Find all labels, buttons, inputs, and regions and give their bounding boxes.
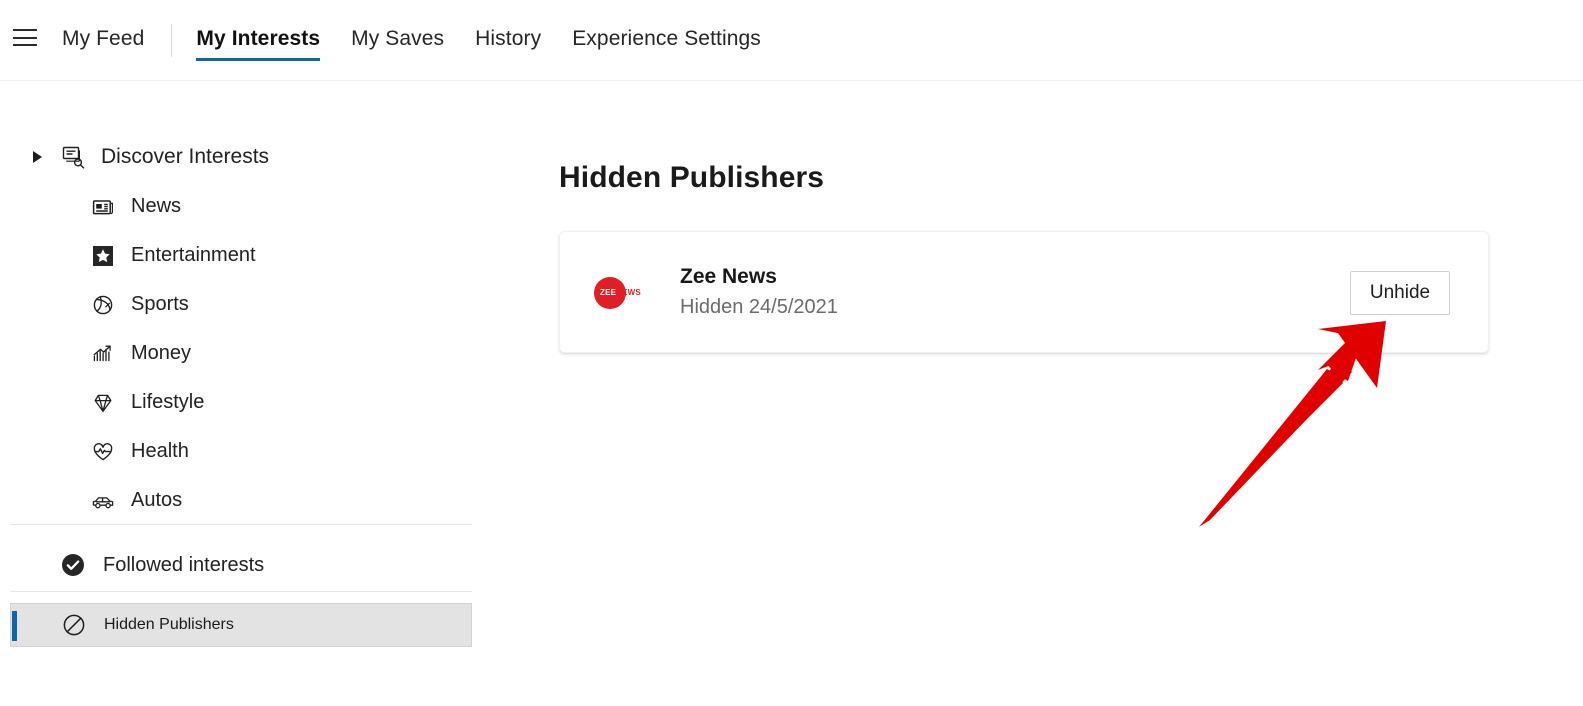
news-icon [90,194,116,220]
tab-history[interactable]: History [475,28,541,53]
selected-accent-bar [12,611,17,641]
sidebar: Discover Interests News Entertainment Sp… [0,81,500,706]
sidebar-item-hidden-publishers[interactable]: Hidden Publishers [10,603,472,647]
sidebar-item-label: Money [131,342,192,364]
tab-my-saves[interactable]: My Saves [351,28,444,53]
money-chart-icon [90,341,116,367]
sidebar-item-autos[interactable]: Autos [0,476,470,525]
publisher-name: Zee News [680,265,777,288]
main-content: Hidden Publishers ZEENEWS Zee News Hidde… [500,81,1583,706]
top-header: My Feed My Interests My Saves History Ex… [0,0,1583,81]
hidden-publisher-card: ZEENEWS Zee News Hidden 24/5/2021 Unhide [559,231,1489,353]
sidebar-item-label: Health [131,440,189,462]
sidebar-divider-bottom [10,591,472,592]
tab-my-feed[interactable]: My Feed [62,28,144,53]
entertainment-star-icon [90,243,116,269]
sidebar-item-lifestyle[interactable]: Lifestyle [0,378,470,427]
sidebar-item-label: Discover Interests [101,145,270,168]
publisher-hidden-date: Hidden 24/5/2021 [680,296,838,318]
sidebar-item-sports[interactable]: Sports [0,280,470,329]
sidebar-divider-top [10,524,472,525]
health-heart-icon [90,439,116,465]
sidebar-item-news[interactable]: News [0,182,470,231]
check-circle-icon [60,552,86,578]
main-nav: My Feed My Interests My Saves History Ex… [62,0,761,81]
sidebar-item-followed-interests[interactable]: Followed interests [0,540,470,590]
chevron-right-icon[interactable] [33,151,42,163]
page-title: Hidden Publishers [559,161,825,194]
sidebar-item-entertainment[interactable]: Entertainment [0,231,470,280]
sidebar-item-label: Followed interests [103,553,265,576]
publisher-logo: ZEENEWS [594,276,641,310]
discover-interests-icon [60,144,86,170]
sidebar-item-label: Entertainment [131,244,256,266]
hamburger-line [13,44,37,46]
sidebar-item-label: Lifestyle [131,391,205,413]
sidebar-item-label: Autos [131,489,183,511]
sidebar-item-discover-interests[interactable]: Discover Interests [0,131,470,183]
sidebar-item-money[interactable]: Money [0,329,470,378]
tab-my-interests[interactable]: My Interests [196,28,320,61]
nav-divider [171,24,173,57]
zee-logo-secondary: NEWS [616,288,641,297]
zee-logo-primary: ZEE [600,288,617,297]
zee-news-logo-text: ZEENEWS [600,287,641,298]
sidebar-item-label: News [131,195,182,217]
lifestyle-diamond-icon [90,390,116,416]
sidebar-item-health[interactable]: Health [0,427,470,476]
tab-experience-settings[interactable]: Experience Settings [572,28,761,53]
hamburger-line [13,36,37,39]
sports-ball-icon [90,292,116,318]
hamburger-line [13,29,37,31]
sidebar-item-label: Sports [131,293,189,315]
block-circle-icon [61,612,87,638]
hamburger-menu-icon[interactable] [12,27,38,48]
sidebar-item-label: Hidden Publishers [104,616,234,633]
autos-car-icon [90,488,116,514]
unhide-button[interactable]: Unhide [1350,271,1450,315]
